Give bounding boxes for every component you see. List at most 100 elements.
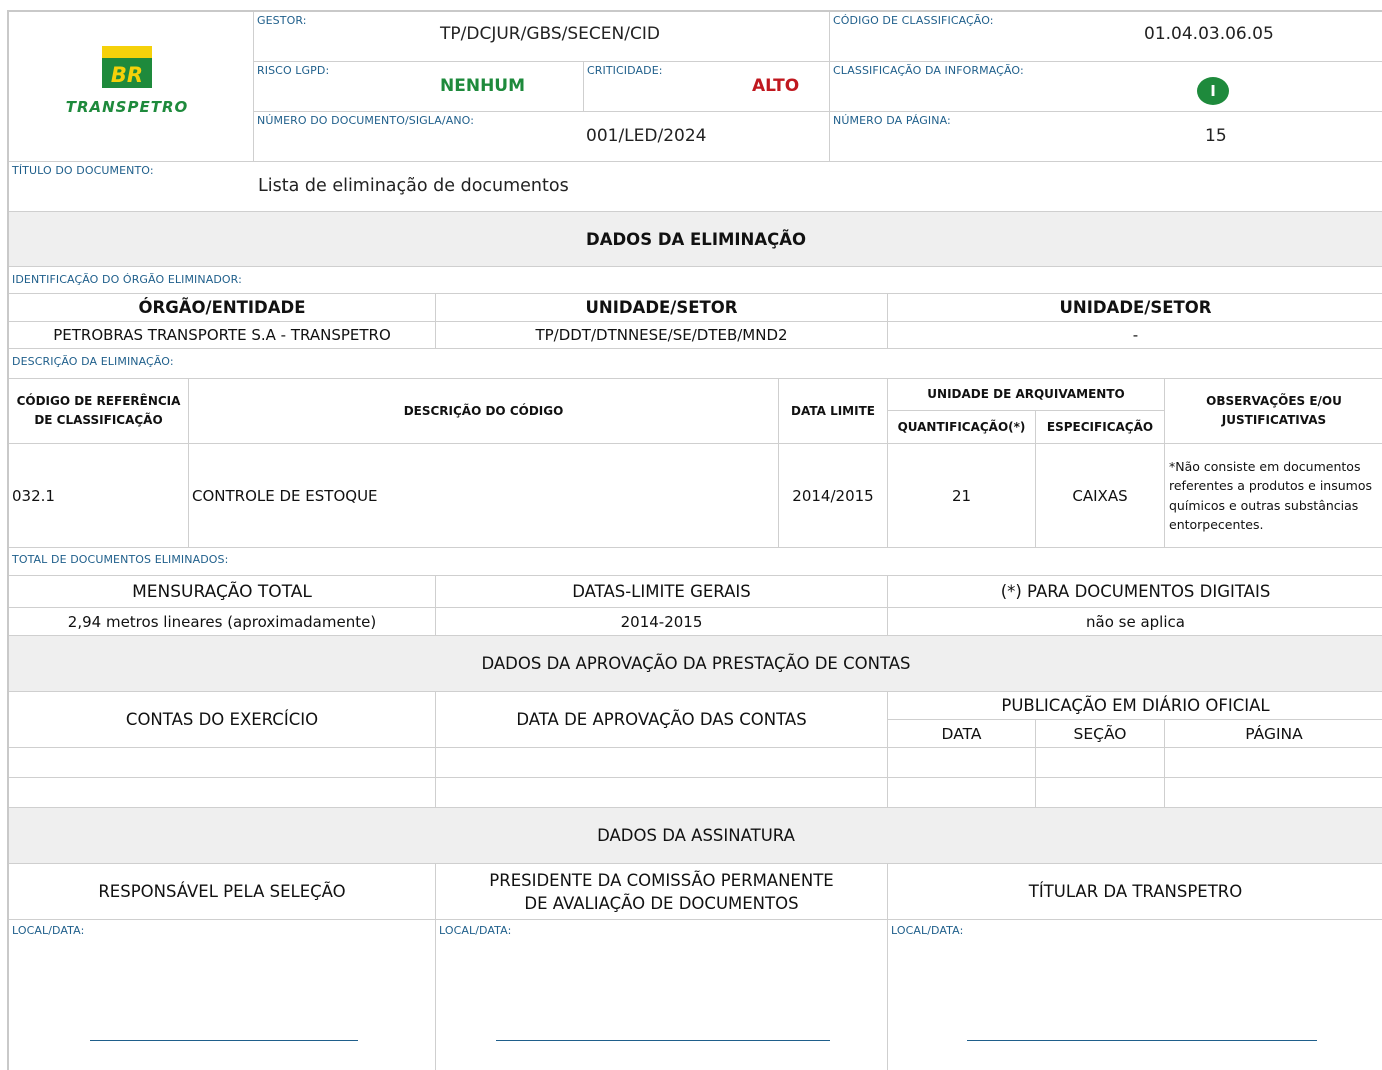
contas-row-1-col-1[interactable] [9,748,436,778]
publicacao-diario-header: PUBLICAÇÃO EM DIÁRIO OFICIAL [888,692,1382,720]
risco-lgpd-value: NENHUM [440,76,526,96]
publicacao-data-header: DATA [888,720,1036,748]
mensuracao-total-header: MENSURAÇÃO TOTAL [9,576,436,608]
data-aprovacao-header: DATA DE APROVAÇÃO DAS CONTAS [436,692,888,748]
signature-line-1 [90,1040,358,1041]
logo-name-text: TRANSPETRO [66,98,189,116]
data-limite-header: DATA LIMITE [779,379,888,444]
descricao-codigo-header: DESCRIÇÃO DO CÓDIGO [189,379,779,444]
numero-documento-value: 001/LED/2024 [586,126,707,146]
contas-row-2-col-1[interactable] [9,778,436,808]
descricao-eliminacao-label-row: DESCRIÇÃO DA ELIMINAÇÃO: [9,349,1382,379]
contas-row-1-col-5[interactable] [1165,748,1382,778]
row-data-limite: 2014/2015 [779,444,888,548]
local-data-label-2: LOCAL/DATA: [439,924,512,937]
numero-pagina-cell: NÚMERO DA PÁGINA: 15 [830,112,1382,162]
publicacao-pagina-header: PÁGINA [1165,720,1382,748]
observacoes-header-line2: JUSTIFICATIVAS [1221,413,1327,427]
unidade-setor-value-2: - [888,322,1382,349]
orgao-entidade-header: ÓRGÃO/ENTIDADE [9,294,436,322]
contas-row-2-col-3[interactable] [888,778,1036,808]
contas-row-2-col-2[interactable] [436,778,888,808]
dados-eliminacao-title: DADOS DA ELIMINAÇÃO [9,212,1382,267]
classificacao-informacao-cell: CLASSIFICAÇÃO DA INFORMAÇÃO: I [830,62,1382,112]
info-classification-letter: I [1210,82,1216,100]
codigo-referencia-header: CÓDIGO DE REFERÊNCIA DE CLASSIFICAÇÃO [9,379,189,444]
unidade-setor-header-2: UNIDADE/SETOR [888,294,1382,322]
row-descricao: CONTROLE DE ESTOQUE [189,444,779,548]
criticidade-cell: CRITICIDADE: ALTO [584,62,830,112]
quantificacao-header: QUANTIFICAÇÃO(*) [888,411,1036,444]
signature-line-2 [496,1040,830,1041]
unidade-setor-header-1: UNIDADE/SETOR [436,294,888,322]
total-eliminados-label: TOTAL DE DOCUMENTOS ELIMINADOS: [12,553,229,566]
signature-area-3[interactable]: LOCAL/DATA: [888,920,1382,1070]
orgao-eliminador-label: IDENTIFICAÇÃO DO ÓRGÃO ELIMINADOR: [12,273,242,286]
contas-row-2-col-5[interactable] [1165,778,1382,808]
numero-documento-cell: NÚMERO DO DOCUMENTO/SIGLA/ANO: 001/LED/2… [254,112,830,162]
aprovacao-title: DADOS DA APROVAÇÃO DA PRESTAÇÃO DE CONTA… [9,636,1382,692]
transpetro-logo: BR TRANSPETRO [66,46,189,116]
contas-row-2-col-4[interactable] [1036,778,1165,808]
local-data-label-1: LOCAL/DATA: [12,924,85,937]
row-especificacao: CAIXAS [1036,444,1165,548]
contas-row-1-col-4[interactable] [1036,748,1165,778]
gestor-value: TP/DCJUR/GBS/SECEN/CID [440,24,660,44]
descricao-eliminacao-label: DESCRIÇÃO DA ELIMINAÇÃO: [12,355,174,368]
codigo-referencia-header-line2: DE CLASSIFICAÇÃO [34,413,163,427]
codigo-classificacao-label: CÓDIGO DE CLASSIFICAÇÃO: [833,14,994,27]
titulo-documento-label: TÍTULO DO DOCUMENTO: [12,164,154,177]
publicacao-secao-header: SEÇÃO [1036,720,1165,748]
datas-limite-gerais-header: DATAS-LIMITE GERAIS [436,576,888,608]
logo-br-text: BR [111,63,143,87]
classificacao-informacao-label: CLASSIFICAÇÃO DA INFORMAÇÃO: [833,64,1024,77]
orgao-eliminador-label-row: IDENTIFICAÇÃO DO ÓRGÃO ELIMINADOR: [9,267,1382,294]
titulo-documento-value: Lista de eliminação de documentos [258,176,569,196]
row-observacoes-value: *Não consiste em documentos referentes a… [1169,458,1373,533]
signature-area-2[interactable]: LOCAL/DATA: [436,920,888,1070]
codigo-referencia-header-line1: CÓDIGO DE REFERÊNCIA [16,394,181,408]
documentos-digitais-header: (*) PARA DOCUMENTOS DIGITAIS [888,576,1382,608]
datas-limite-gerais-value: 2014-2015 [436,608,888,636]
responsavel-selecao-header: RESPONSÁVEL PELA SELEÇÃO [9,864,436,920]
risco-lgpd-label: RISCO LGPD: [257,64,330,77]
numero-documento-label: NÚMERO DO DOCUMENTO/SIGLA/ANO: [257,114,475,127]
contas-row-1-col-2[interactable] [436,748,888,778]
row-codigo-value: 032.1 [12,486,55,505]
unidade-arquivamento-header: UNIDADE DE ARQUIVAMENTO [888,379,1165,411]
row-codigo: 032.1 [9,444,189,548]
logo-cell: BR TRANSPETRO [9,12,254,162]
numero-pagina-value: 15 [1205,126,1227,146]
row-observacoes: *Não consiste em documentos referentes a… [1165,444,1382,548]
unidade-setor-value-1: TP/DDT/DTNNESE/SE/DTEB/MND2 [436,322,888,349]
total-eliminados-label-row: TOTAL DE DOCUMENTOS ELIMINADOS: [9,548,1382,576]
document-sheet: BR TRANSPETRO GESTOR: TP/DCJUR/GBS/SECEN… [7,10,1382,1070]
row-quantificacao: 21 [888,444,1036,548]
local-data-label-3: LOCAL/DATA: [891,924,964,937]
presidente-comissao-header-line1: PRESIDENTE DA COMISSÃO PERMANENTE [489,870,834,890]
presidente-comissao-header-line2: DE AVALIAÇÃO DE DOCUMENTOS [524,893,799,913]
titulo-documento-cell: TÍTULO DO DOCUMENTO: Lista de eliminação… [9,162,1382,212]
signature-area-1[interactable]: LOCAL/DATA: [9,920,436,1070]
titular-transpetro-header: TÍTULAR DA TRANSPETRO [888,864,1382,920]
codigo-classificacao-value: 01.04.03.06.05 [1144,24,1274,44]
info-classification-icon: I [1197,77,1229,105]
especificacao-header: ESPECIFICAÇÃO [1036,411,1165,444]
mensuracao-total-value: 2,94 metros lineares (aproximadamente) [9,608,436,636]
numero-pagina-label: NÚMERO DA PÁGINA: [833,114,951,127]
presidente-comissao-header: PRESIDENTE DA COMISSÃO PERMANENTE DE AVA… [436,864,888,920]
gestor-cell: GESTOR: TP/DCJUR/GBS/SECEN/CID [254,12,830,62]
criticidade-label: CRITICIDADE: [587,64,663,77]
observacoes-header: OBSERVAÇÕES E/OU JUSTIFICATIVAS [1165,379,1382,444]
documentos-digitais-value: não se aplica [888,608,1382,636]
contas-row-1-col-3[interactable] [888,748,1036,778]
criticidade-value: ALTO [752,76,800,96]
gestor-label: GESTOR: [257,14,307,27]
observacoes-header-line1: OBSERVAÇÕES E/OU [1206,394,1342,408]
contas-exercicio-header: CONTAS DO EXERCÍCIO [9,692,436,748]
signature-line-3 [967,1040,1317,1041]
risco-lgpd-cell: RISCO LGPD: NENHUM [254,62,584,112]
orgao-entidade-value: PETROBRAS TRANSPORTE S.A - TRANSPETRO [9,322,436,349]
row-descricao-value: CONTROLE DE ESTOQUE [192,486,378,505]
assinatura-title: DADOS DA ASSINATURA [9,808,1382,864]
